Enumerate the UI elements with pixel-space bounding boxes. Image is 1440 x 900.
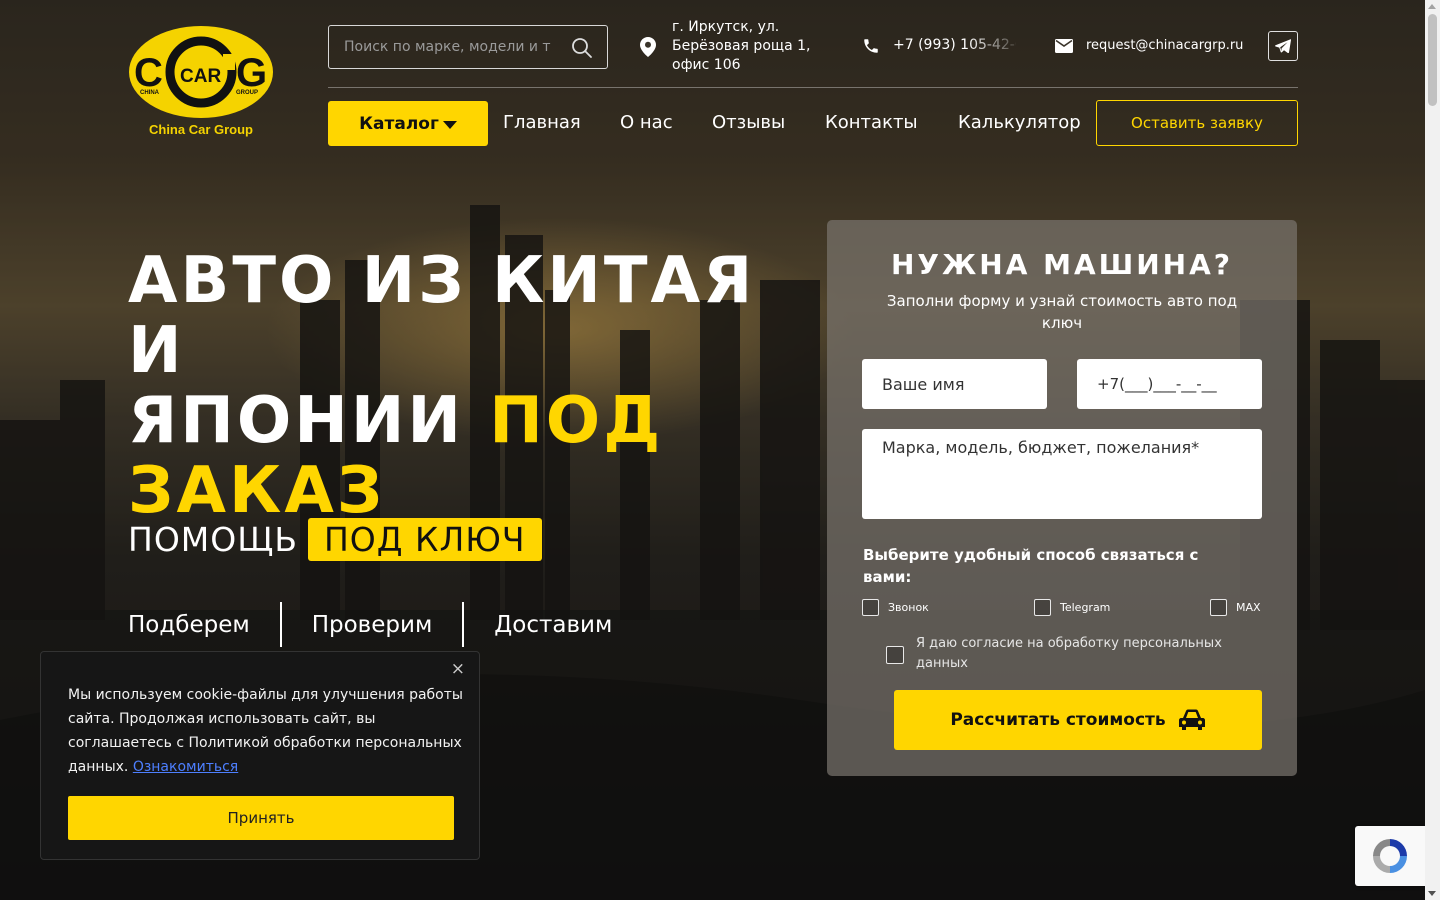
phone-icon (864, 39, 878, 53)
calculate-label: Рассчитать стоимость (950, 710, 1166, 730)
form-title: НУЖНА МАШИНА? (890, 248, 1234, 281)
address-line: офис 106 (672, 57, 741, 73)
step-divider (462, 602, 465, 647)
recaptcha-badge[interactable] (1355, 826, 1425, 886)
svg-text:CHINA: CHINA (140, 90, 160, 96)
address-line: Берёзовая роща 1, (672, 38, 811, 54)
checkbox[interactable] (1034, 599, 1051, 616)
name-field[interactable] (862, 359, 1047, 409)
search-icon[interactable] (571, 37, 593, 59)
nav-item-calculator[interactable]: Калькулятор (958, 112, 1081, 133)
email-address: request@chinacargrp.ru (1086, 38, 1244, 53)
checkbox[interactable] (862, 599, 879, 616)
phone-link[interactable]: +7 (993) 105-42-0 (862, 37, 1022, 57)
svg-text:G: G (236, 51, 267, 95)
hero-title: Авто из Китая и Японии под заказ (128, 246, 808, 526)
wishes-field[interactable] (862, 429, 1262, 519)
hero-title-text: Японии (128, 384, 490, 458)
contact-option-max[interactable]: MAX (1210, 599, 1261, 616)
step-divider (279, 602, 282, 647)
header-divider (328, 87, 1298, 88)
option-label: Telegram (1060, 601, 1111, 614)
contact-option-call[interactable]: Звонок (862, 599, 929, 616)
recaptcha-icon (1373, 839, 1407, 873)
calculate-cost-button[interactable]: Рассчитать стоимость (894, 690, 1262, 750)
address-line: г. Иркутск, ул. (672, 19, 780, 35)
hero-title-line: Японии под (128, 386, 808, 456)
catalog-button[interactable]: Каталог (328, 101, 488, 146)
cookie-accept-button[interactable]: Принять (68, 796, 454, 840)
hero-title-highlight: под (489, 384, 664, 458)
svg-text:GROUP: GROUP (236, 90, 258, 96)
scroll-down-arrow-icon[interactable] (1428, 891, 1436, 896)
scroll-up-arrow-icon[interactable] (1428, 4, 1436, 9)
phone-field[interactable] (1077, 359, 1262, 409)
svg-text:C: C (134, 51, 163, 95)
telegram-button[interactable] (1268, 31, 1298, 61)
nav-item-contacts[interactable]: Контакты (825, 112, 918, 133)
service-steps: Подберем Проверим Доставим (128, 602, 612, 647)
nav-item-home[interactable]: Главная (503, 112, 581, 133)
checkbox[interactable] (1210, 599, 1227, 616)
page-scrollbar[interactable] (1425, 0, 1440, 900)
contact-method-prompt: Выберите удобный способ связаться с вами… (863, 546, 1199, 586)
cookie-banner: × Мы используем cookie-файлы для улучшен… (40, 651, 480, 860)
leave-request-button[interactable]: Оставить заявку (1096, 100, 1298, 146)
request-form: НУЖНА МАШИНА? Заполни форму и узнай стои… (827, 220, 1297, 776)
nav-item-about[interactable]: О нас (620, 112, 673, 133)
scrollbar-thumb[interactable] (1428, 14, 1437, 106)
caret-down-icon (442, 120, 457, 129)
tagline-text: ПОМОЩЬ (128, 519, 298, 559)
step-item: Проверим (311, 611, 433, 638)
car-icon (1178, 709, 1205, 730)
cookie-policy-link[interactable]: Ознакомиться (133, 759, 238, 775)
address-text: г. Иркутск, ул. Берёзовая роща 1, офис 1… (672, 18, 842, 75)
phone-number: +7 (993) 105-42-0 (893, 37, 1016, 53)
consent-label: Я даю согласие на обработку персональных… (916, 636, 1222, 671)
form-subtitle: Заполни форму и узнай стоимость авто под… (886, 292, 1238, 332)
turnkey-tagline: ПОМОЩЬ ПОД КЛЮЧ (128, 517, 542, 561)
step-item: Подберем (128, 611, 250, 638)
option-label: Звонок (888, 601, 929, 614)
search-box (328, 25, 608, 69)
checkbox[interactable] (886, 646, 904, 664)
cookie-text: Мы используем cookie-файлы для улучшения… (68, 687, 463, 775)
location-pin-icon (640, 37, 656, 57)
logo-caption: China Car Group (148, 122, 253, 137)
close-icon[interactable]: × (451, 659, 465, 679)
svg-text:CAR: CAR (180, 66, 221, 87)
nav-item-reviews[interactable]: Отзывы (712, 112, 785, 133)
hero-title-highlight: заказ (128, 454, 386, 528)
cookie-message: Мы используем cookie-файлы для улучшения… (68, 683, 463, 779)
tagline-badge: ПОД КЛЮЧ (307, 517, 542, 561)
search-input[interactable] (329, 26, 559, 68)
contact-option-telegram[interactable]: Telegram (1034, 599, 1110, 616)
consent-checkbox[interactable]: Я даю согласие на обработку персональных… (886, 634, 1266, 674)
option-label: MAX (1236, 601, 1261, 614)
catalog-label: Каталог (359, 113, 439, 134)
mail-icon (1055, 39, 1073, 53)
hero-title-line: Авто из Китая и (128, 244, 756, 388)
step-item: Доставим (494, 611, 613, 638)
telegram-icon (1275, 39, 1291, 53)
